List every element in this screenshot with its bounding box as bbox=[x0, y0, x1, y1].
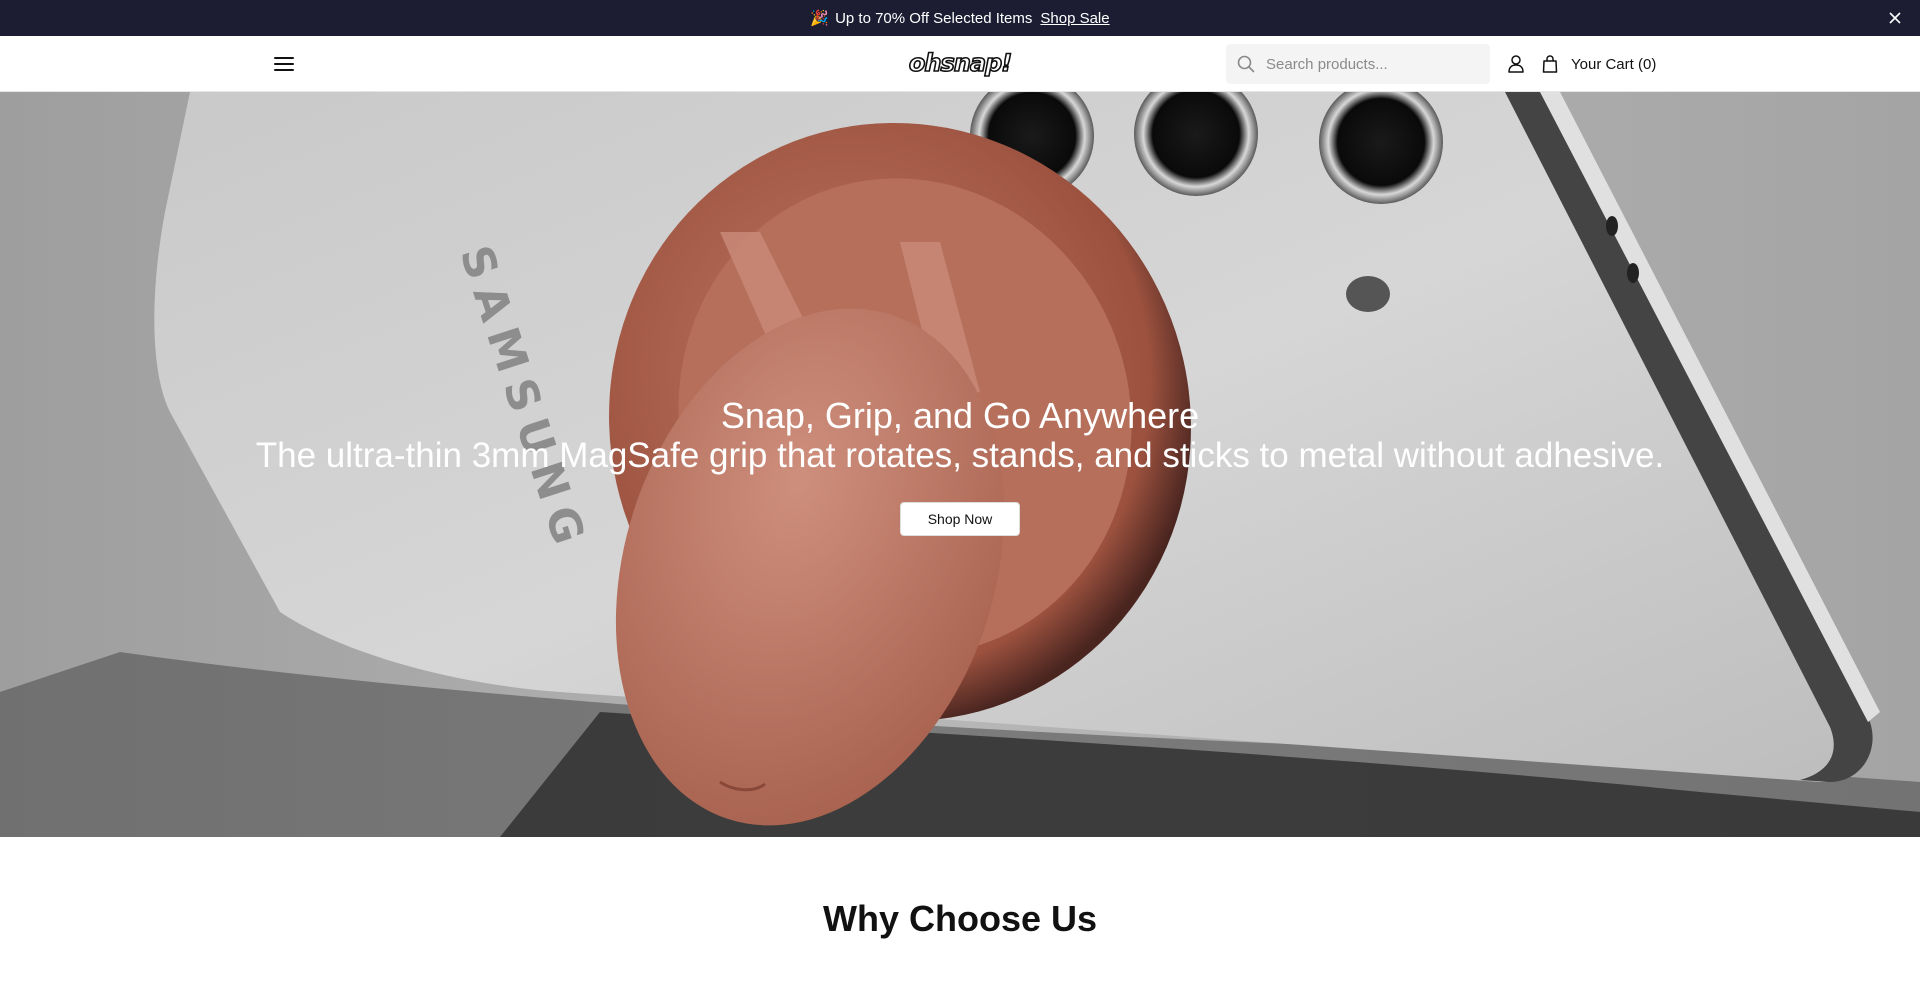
shop-now-button[interactable]: Shop Now bbox=[900, 501, 1020, 536]
cart-label: Your Cart (0) bbox=[1571, 55, 1657, 73]
close-icon[interactable] bbox=[1886, 9, 1904, 27]
why-choose-us-heading: Why Choose Us bbox=[822, 898, 1098, 939]
announcement-text: Up to 70% Off Selected Items bbox=[835, 9, 1033, 27]
cart-button[interactable]: Your Cart (0) bbox=[1542, 50, 1656, 78]
shop-sale-link[interactable]: Shop Sale bbox=[1040, 10, 1109, 27]
user-icon[interactable] bbox=[1505, 52, 1527, 76]
announcement-bar: 🎉 Up to 70% Off Selected Items Shop Sale bbox=[0, 0, 1920, 36]
site-header: ohsnap! Your Cart (0) bbox=[0, 36, 1920, 92]
hero-banner: SAMSUNG Snap, Grip, and Go Anywhere The … bbox=[0, 92, 1920, 837]
hero-subtitle: The ultra-thin 3mm MagSafe grip that rot… bbox=[255, 435, 1665, 475]
search-icon bbox=[1226, 44, 1266, 84]
site-logo[interactable]: ohsnap! bbox=[908, 48, 1013, 78]
hamburger-menu-icon[interactable] bbox=[272, 52, 296, 76]
shopping-bag-icon bbox=[1542, 53, 1562, 75]
hero-content: Snap, Grip, and Go Anywhere The ultra-th… bbox=[0, 92, 1920, 837]
hero-title: Snap, Grip, and Go Anywhere bbox=[720, 394, 1200, 436]
party-emoji: 🎉 bbox=[810, 10, 830, 27]
search-bar[interactable] bbox=[1226, 44, 1490, 84]
search-input[interactable] bbox=[1266, 55, 1476, 73]
